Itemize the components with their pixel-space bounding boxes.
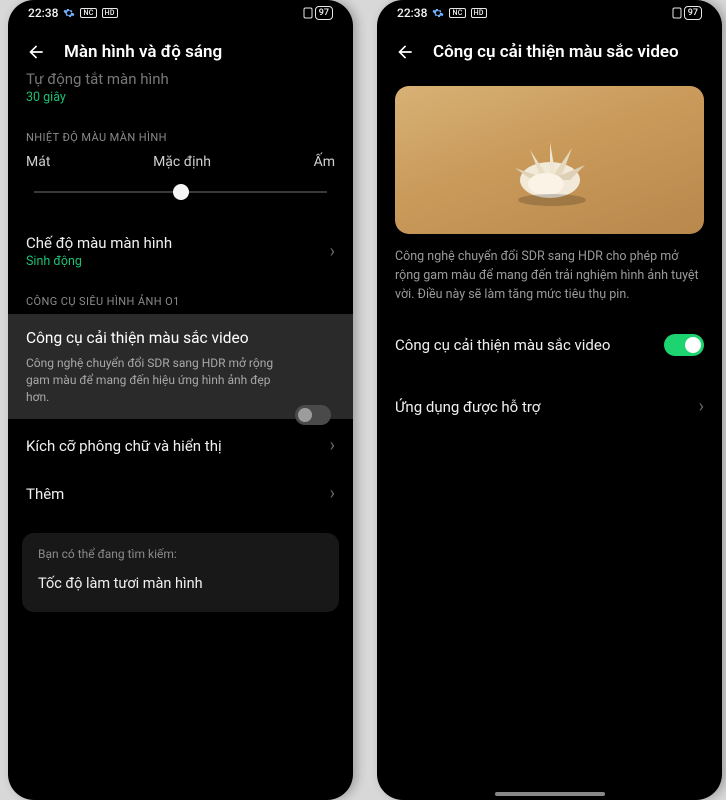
nc-icon: NC — [449, 8, 465, 18]
chevron-right-icon: › — [330, 437, 335, 455]
phone-left-display-settings: 22:38 NC HD 97 Màn hình và độ sáng Tự độ… — [8, 0, 353, 800]
chevron-right-icon: › — [330, 485, 335, 503]
status-right: 97 — [303, 6, 333, 20]
enhancer-desc: Công nghệ chuyển đổi SDR sang HDR mở rộn… — [26, 355, 335, 405]
battery-icon: 97 — [303, 6, 333, 20]
row-enhancer-toggle[interactable]: Công cụ cải thiện màu sắc video — [377, 322, 722, 368]
suggestion-card: Bạn có thể đang tìm kiếm: Tốc độ làm tươ… — [22, 533, 339, 612]
section-o1-engine: CÔNG CỤ SIÊU HÌNH ẢNH O1 — [8, 281, 353, 314]
row-video-color-enhancer[interactable]: Công cụ cải thiện màu sắc video Công ngh… — [8, 314, 353, 419]
clock: 22:38 — [28, 6, 58, 20]
color-mode-value: Sinh động — [26, 254, 330, 269]
enhancer-title: Công cụ cải thiện màu sắc video — [26, 328, 335, 349]
auto-off-value: 30 giây — [26, 90, 335, 105]
back-icon[interactable] — [395, 42, 415, 62]
page-title: Công cụ cải thiện màu sắc video — [433, 42, 679, 62]
suggestion-item-refresh-rate[interactable]: Tốc độ làm tươi màn hình — [38, 575, 323, 592]
auto-off-title: Tự động tắt màn hình — [26, 70, 335, 88]
section-color-temp: NHIỆT ĐỘ MÀU MÀN HÌNH — [8, 117, 353, 150]
temp-default-label: Mặc định — [153, 154, 211, 170]
slider-thumb[interactable] — [173, 184, 189, 200]
more-title: Thêm — [26, 485, 330, 503]
battery-pct: 97 — [684, 6, 702, 20]
status-left: 22:38 NC HD — [397, 6, 487, 20]
page-title: Màn hình và độ sáng — [64, 42, 222, 62]
status-bar: 22:38 NC HD 97 — [377, 0, 722, 26]
slider-track[interactable] — [26, 180, 335, 204]
phone-right-video-enhancer: 22:38 NC HD 97 Công cụ cải thiện màu sắc… — [377, 0, 722, 800]
hd-icon: HD — [471, 8, 487, 18]
clock: 22:38 — [397, 6, 427, 20]
settings-content: Tự động tắt màn hình 30 giây NHIỆT ĐỘ MÀ… — [8, 76, 353, 612]
suggestion-label: Bạn có thể đang tìm kiếm: — [38, 547, 323, 561]
status-right: 97 — [672, 6, 702, 20]
toggle-label: Công cụ cải thiện màu sắc video — [395, 336, 610, 354]
battery-icon: 97 — [672, 6, 702, 20]
font-title: Kích cỡ phông chữ và hiển thị — [26, 437, 330, 455]
row-more[interactable]: Thêm › — [8, 473, 353, 515]
screen-header: Công cụ cải thiện màu sắc video — [377, 26, 722, 76]
chevron-right-icon: › — [699, 398, 704, 416]
status-bar: 22:38 NC HD 97 — [8, 0, 353, 26]
home-indicator[interactable] — [495, 792, 605, 796]
enhancer-toggle-off[interactable] — [295, 405, 331, 425]
preview-image-shell — [395, 86, 704, 234]
slider-labels: Mát Mặc định Ấm — [26, 154, 335, 170]
hd-icon: HD — [102, 8, 118, 18]
row-auto-screen-off[interactable]: Tự động tắt màn hình 30 giây — [8, 76, 353, 117]
nc-icon: NC — [80, 8, 96, 18]
temp-cool-label: Mát — [26, 154, 50, 170]
status-left: 22:38 NC HD — [28, 6, 118, 20]
row-supported-apps[interactable]: Ứng dụng được hỗ trợ › — [377, 386, 722, 428]
gear-icon — [63, 7, 75, 19]
temp-warm-label: Ấm — [314, 154, 335, 170]
gear-icon — [432, 7, 444, 19]
feature-description: Công nghệ chuyển đổi SDR sang HDR cho ph… — [377, 248, 722, 322]
battery-pct: 97 — [315, 6, 333, 20]
row-color-mode[interactable]: Chế độ màu màn hình Sinh động › — [8, 222, 353, 281]
screen-header: Màn hình và độ sáng — [8, 26, 353, 76]
row-font-size-display[interactable]: Kích cỡ phông chữ và hiển thị › — [8, 425, 353, 467]
slider-color-temp[interactable]: Mát Mặc định Ấm — [8, 150, 353, 222]
enhancer-toggle-on[interactable] — [664, 334, 704, 356]
color-mode-title: Chế độ màu màn hình — [26, 234, 330, 252]
back-icon[interactable] — [26, 42, 46, 62]
supported-apps-label: Ứng dụng được hỗ trợ — [395, 398, 540, 416]
shell-icon — [490, 120, 610, 214]
chevron-right-icon: › — [330, 243, 335, 261]
